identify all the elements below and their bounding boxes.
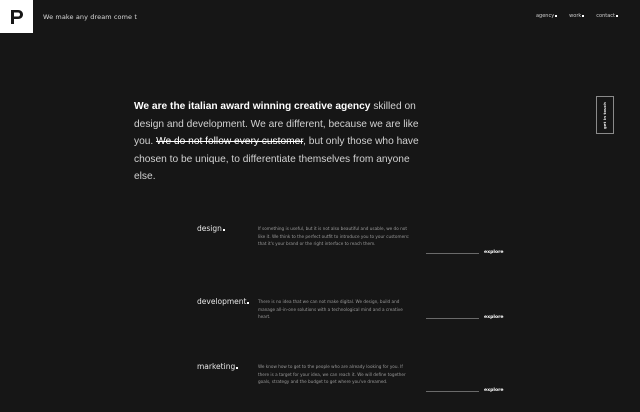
logo-mark-icon — [10, 9, 23, 24]
explore-marketing-link[interactable]: explore — [484, 388, 503, 393]
service-design: design If something is useful, but it is… — [197, 224, 507, 264]
main-nav: agency work contact — [536, 13, 618, 19]
nav-link-agency[interactable]: agency — [536, 13, 557, 19]
service-marketing: marketing We know how to get to the peop… — [197, 362, 507, 402]
nav-link-contact[interactable]: contact — [596, 13, 618, 19]
service-development: development There is no idea that we can… — [197, 297, 507, 337]
hero-statement: We are the italian award winning creativ… — [134, 98, 424, 186]
hero-bold-intro: We are the italian award winning creativ… — [134, 101, 371, 113]
tagline: We make any dream come t — [43, 13, 137, 21]
nav-link-work[interactable]: work — [569, 13, 584, 19]
service-title: marketing — [197, 362, 238, 371]
divider-line — [426, 318, 479, 319]
divider-line — [426, 253, 479, 254]
divider-line — [426, 391, 479, 392]
service-title: design — [197, 224, 225, 233]
explore-design-link[interactable]: explore — [484, 250, 503, 255]
get-in-touch-tab[interactable]: get in touch — [596, 96, 614, 134]
logo[interactable] — [0, 0, 33, 33]
service-title: development — [197, 297, 249, 306]
hero-strikethrough: We do not follow every customer — [156, 136, 304, 148]
service-description: There is no idea that we can not make di… — [258, 299, 403, 320]
get-in-touch-label: get in touch — [603, 101, 607, 129]
service-description: If something is useful, but it is not al… — [258, 226, 410, 247]
explore-development-link[interactable]: explore — [484, 315, 503, 320]
service-description: We know how to get to the people who are… — [258, 364, 406, 385]
